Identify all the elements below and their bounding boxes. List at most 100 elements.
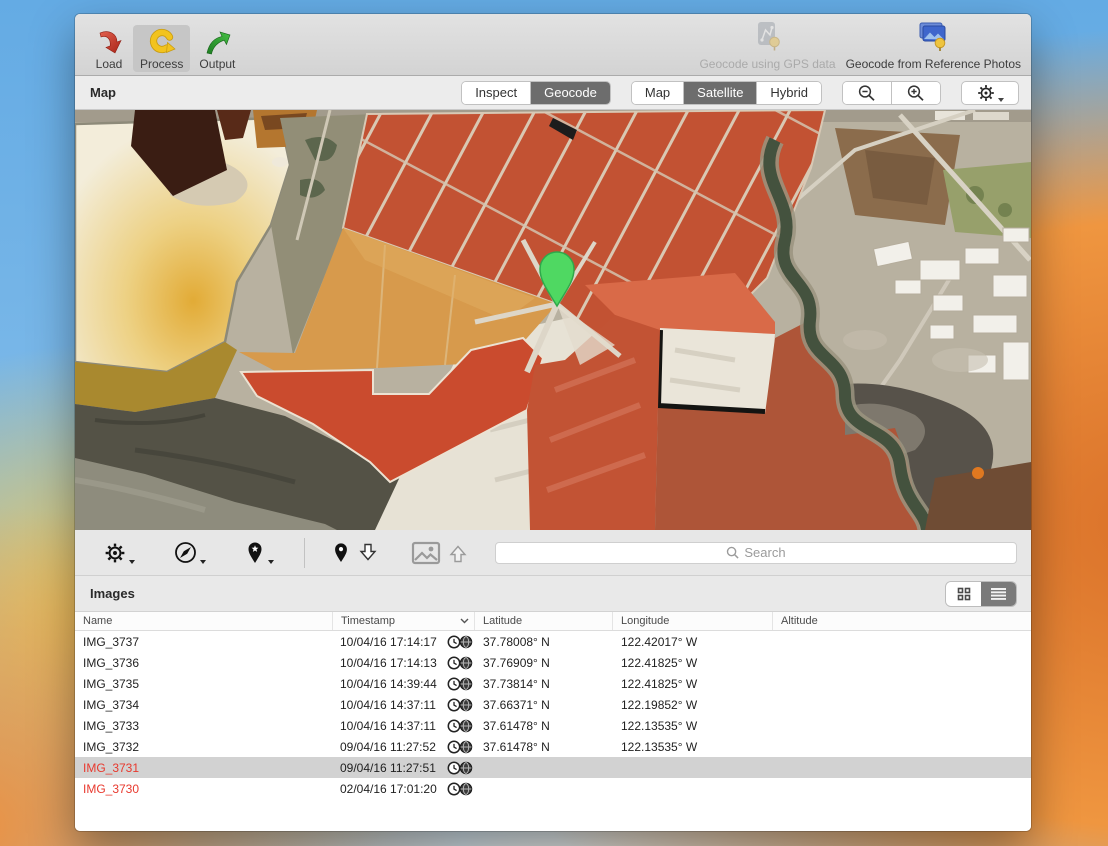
row-longitude: 122.41825° W bbox=[613, 677, 773, 691]
globe-badge-icon bbox=[459, 740, 473, 754]
row-name: IMG_3735 bbox=[75, 677, 333, 691]
gps-document-icon bbox=[753, 20, 783, 57]
row-badges bbox=[449, 740, 473, 754]
sort-indicator-icon bbox=[460, 618, 469, 624]
output-button[interactable]: Output bbox=[192, 25, 242, 72]
row-longitude: 122.13535° W bbox=[613, 740, 773, 754]
row-badges bbox=[449, 698, 473, 712]
geocode-tab[interactable]: Geocode bbox=[531, 82, 610, 104]
row-latitude: 37.66371° N bbox=[475, 698, 613, 712]
zoom-in-icon bbox=[906, 84, 926, 102]
row-timestamp: 09/04/16 11:27:52 bbox=[333, 740, 475, 754]
column-header-latitude[interactable]: Latitude bbox=[475, 612, 613, 630]
table-row[interactable]: IMG_3737 10/04/16 17:14:17 37.78008° N 1… bbox=[75, 631, 1031, 652]
row-name: IMG_3733 bbox=[75, 719, 333, 733]
export-image-button[interactable] bbox=[411, 541, 467, 565]
row-latitude: 37.76909° N bbox=[475, 656, 613, 670]
row-timestamp: 09/04/16 11:27:51 bbox=[333, 761, 475, 775]
table-row[interactable]: IMG_3734 10/04/16 14:37:11 37.66371° N 1… bbox=[75, 694, 1031, 715]
reference-photos-icon bbox=[917, 20, 949, 57]
process-icon bbox=[147, 28, 177, 56]
row-latitude: 37.61478° N bbox=[475, 719, 613, 733]
row-badges bbox=[449, 656, 473, 670]
dropdown-caret bbox=[200, 560, 206, 564]
row-name: IMG_3730 bbox=[75, 782, 333, 796]
map-toolbar: Search bbox=[75, 530, 1031, 576]
main-toolbar: Load Process Output bbox=[75, 14, 1031, 76]
pin-star-icon bbox=[244, 540, 266, 565]
column-header-longitude[interactable]: Longitude bbox=[613, 612, 773, 630]
maptype-segmented-control: Map Satellite Hybrid bbox=[631, 81, 822, 105]
table-row[interactable]: IMG_3736 10/04/16 17:14:13 37.76909° N 1… bbox=[75, 652, 1031, 673]
row-badges bbox=[449, 782, 473, 796]
geocode-ref-button[interactable]: Geocode from Reference Photos bbox=[846, 20, 1021, 72]
track-settings-button[interactable] bbox=[103, 541, 135, 565]
row-badges bbox=[449, 761, 473, 775]
inspect-tab[interactable]: Inspect bbox=[462, 82, 531, 104]
row-badges bbox=[449, 635, 473, 649]
grid-icon bbox=[957, 587, 971, 601]
globe-badge-icon bbox=[459, 761, 473, 775]
maptype-map-tab[interactable]: Map bbox=[632, 82, 684, 104]
list-view-button[interactable] bbox=[981, 582, 1016, 606]
row-timestamp: 02/04/16 17:01:20 bbox=[333, 782, 475, 796]
zoom-controls bbox=[842, 81, 941, 105]
map-title: Map bbox=[90, 85, 116, 100]
mode-segmented-control: Inspect Geocode bbox=[461, 81, 611, 105]
globe-badge-icon bbox=[459, 635, 473, 649]
globe-badge-icon bbox=[459, 677, 473, 691]
app-window: Load Process Output bbox=[75, 14, 1031, 831]
zoom-in-button[interactable] bbox=[892, 82, 940, 104]
table-row[interactable]: IMG_3733 10/04/16 14:37:11 37.61478° N 1… bbox=[75, 715, 1031, 736]
row-timestamp: 10/04/16 14:39:44 bbox=[333, 677, 475, 691]
download-arrow-icon bbox=[359, 543, 377, 563]
table-row[interactable]: IMG_3730 02/04/16 17:01:20 bbox=[75, 778, 1031, 799]
map-settings-button[interactable] bbox=[961, 81, 1019, 105]
process-button[interactable]: Process bbox=[133, 25, 190, 72]
dropdown-caret bbox=[998, 98, 1004, 102]
row-longitude: 122.19852° W bbox=[613, 698, 773, 712]
compass-button[interactable] bbox=[173, 540, 206, 565]
table-row[interactable]: IMG_3731 09/04/16 11:27:51 bbox=[75, 757, 1031, 778]
column-header-name[interactable]: Name bbox=[75, 612, 333, 630]
maptype-satellite-tab[interactable]: Satellite bbox=[684, 82, 757, 104]
compass-icon bbox=[173, 540, 198, 565]
output-icon bbox=[202, 28, 232, 56]
pin-icon bbox=[331, 540, 351, 565]
row-name: IMG_3731 bbox=[75, 761, 333, 775]
satellite-map[interactable] bbox=[75, 110, 1031, 530]
geocode-gps-button[interactable]: Geocode using GPS data bbox=[699, 20, 835, 72]
grid-view-button[interactable] bbox=[946, 582, 981, 606]
row-name: IMG_3737 bbox=[75, 635, 333, 649]
row-latitude: 37.78008° N bbox=[475, 635, 613, 649]
globe-badge-icon bbox=[459, 782, 473, 796]
row-longitude: 122.42017° W bbox=[613, 635, 773, 649]
table-row[interactable]: IMG_3732 09/04/16 11:27:52 37.61478° N 1… bbox=[75, 736, 1031, 757]
favorite-pin-button[interactable] bbox=[244, 540, 274, 565]
search-field: Search bbox=[495, 542, 1017, 564]
list-icon bbox=[990, 587, 1007, 601]
images-table: IMG_3737 10/04/16 17:14:17 37.78008° N 1… bbox=[75, 631, 1031, 831]
load-button[interactable]: Load bbox=[87, 25, 131, 72]
gear-icon bbox=[103, 541, 127, 565]
row-timestamp: 10/04/16 14:37:11 bbox=[333, 719, 475, 733]
column-header-timestamp[interactable]: Timestamp bbox=[333, 612, 475, 630]
table-header: Name Timestamp Latitude Longitude Altitu… bbox=[75, 612, 1031, 631]
table-row[interactable]: IMG_3735 10/04/16 14:39:44 37.73814° N 1… bbox=[75, 673, 1031, 694]
load-label: Load bbox=[96, 57, 123, 71]
row-longitude: 122.41825° W bbox=[613, 656, 773, 670]
output-label: Output bbox=[199, 57, 235, 71]
row-timestamp: 10/04/16 17:14:13 bbox=[333, 656, 475, 670]
gear-icon bbox=[976, 83, 996, 103]
zoom-out-button[interactable] bbox=[843, 82, 892, 104]
column-header-altitude[interactable]: Altitude bbox=[773, 612, 1031, 630]
maptype-hybrid-tab[interactable]: Hybrid bbox=[757, 82, 821, 104]
globe-badge-icon bbox=[459, 719, 473, 733]
search-input[interactable] bbox=[495, 542, 1017, 564]
globe-badge-icon bbox=[459, 656, 473, 670]
assign-location-button[interactable] bbox=[331, 540, 377, 565]
row-latitude: 37.61478° N bbox=[475, 740, 613, 754]
divider bbox=[304, 538, 305, 568]
geocode-gps-label: Geocode using GPS data bbox=[699, 57, 835, 71]
row-badges bbox=[449, 719, 473, 733]
